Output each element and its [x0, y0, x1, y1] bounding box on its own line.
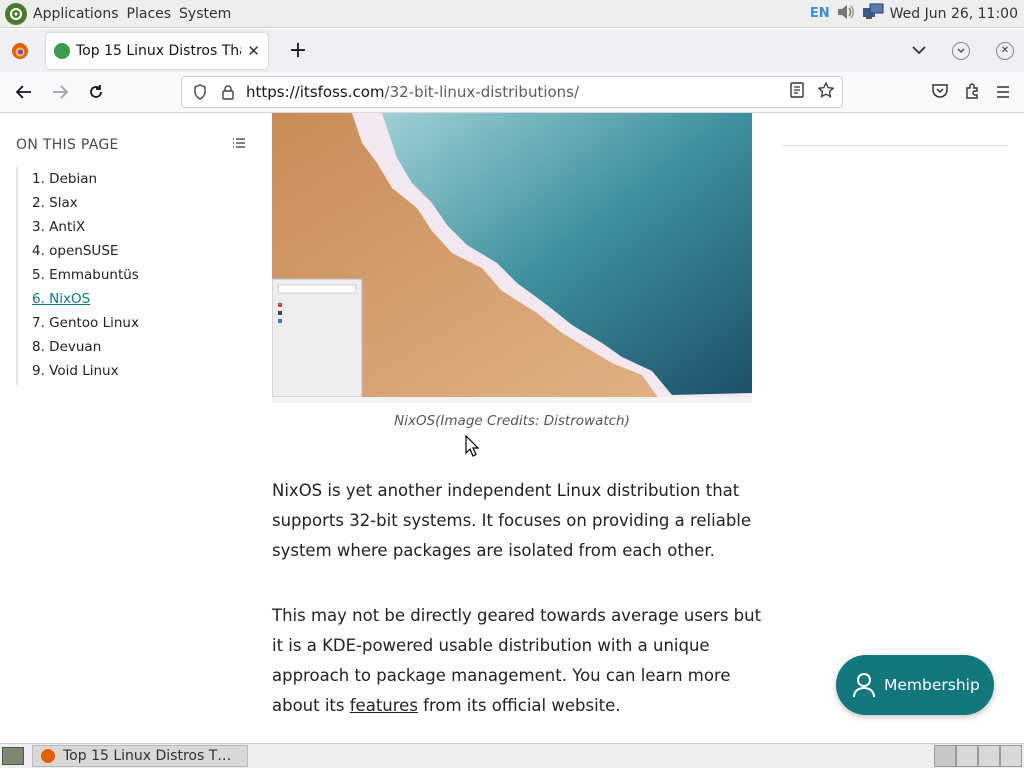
lock-icon[interactable] — [214, 84, 242, 100]
reader-view-icon[interactable] — [790, 82, 804, 102]
toc-item[interactable]: 8. Devuan — [18, 335, 246, 359]
workspace-2[interactable] — [956, 745, 978, 767]
keyboard-layout-indicator[interactable]: EN — [810, 6, 830, 21]
firefox-icon — [12, 42, 28, 59]
reload-button[interactable] — [78, 76, 114, 108]
workspace-4[interactable] — [1000, 745, 1022, 767]
tab-active[interactable]: Top 15 Linux Distros That ✕ — [46, 32, 268, 69]
minimize-window-icon[interactable] — [952, 41, 970, 60]
toc-item[interactable]: 9. Void Linux — [18, 359, 246, 383]
toc-item[interactable]: 3. AntiX — [18, 215, 246, 239]
taskbar-window-firefox[interactable]: Top 15 Linux Distros T… — [32, 745, 248, 767]
show-desktop-icon[interactable] — [2, 747, 24, 765]
volume-icon[interactable] — [836, 3, 856, 25]
membership-button[interactable]: Membership — [836, 655, 994, 715]
membership-label: Membership — [884, 676, 980, 694]
toc-item[interactable]: 6. NixOS — [18, 287, 246, 311]
nixos-screenshot-image — [272, 113, 752, 403]
user-icon — [853, 673, 875, 698]
url-path: /32-bit-linux-distributions/ — [384, 83, 580, 101]
back-button[interactable] — [6, 76, 42, 108]
forward-arrow-icon — [53, 85, 68, 99]
close-window-icon[interactable]: ✕ — [996, 41, 1014, 60]
applications-menu[interactable]: Applications — [31, 6, 125, 22]
list-all-tabs-icon[interactable] — [912, 43, 926, 59]
toolbar-right-icons — [932, 72, 1024, 113]
itsfoss-favicon-icon — [54, 42, 70, 59]
bookmark-star-icon[interactable] — [817, 81, 835, 102]
system-menu[interactable]: System — [177, 6, 237, 22]
system-top-panel: Applications Places System EN Wed Jun 26… — [0, 0, 1024, 28]
places-menu[interactable]: Places — [125, 6, 178, 22]
network-icon[interactable] — [862, 3, 884, 25]
bottom-taskbar: Top 15 Linux Distros T… — [0, 743, 1024, 768]
toc-list-icon[interactable] — [232, 137, 246, 153]
back-arrow-icon — [16, 85, 31, 99]
image-caption: NixOS(Image Credits: Distrowatch) — [394, 413, 630, 429]
system-tray: EN Wed Jun 26, 11:00 — [810, 3, 1024, 25]
web-page-content: ON THIS PAGE 1. Debian 2. Slax 3. AntiX 4. … — [0, 113, 1024, 743]
url-text[interactable]: https://itsfoss.com/32-bit-linux-distrib… — [246, 83, 579, 101]
toc-item[interactable]: 4. openSUSE — [18, 239, 246, 263]
navigation-toolbar: https://itsfoss.com/32-bit-linux-distrib… — [0, 72, 1024, 113]
toc-item[interactable]: 7. Gentoo Linux — [18, 311, 246, 335]
features-link[interactable]: features — [350, 696, 418, 715]
urlbar-actions — [790, 81, 842, 102]
tab-title: Top 15 Linux Distros That — [76, 42, 242, 59]
firefox-icon — [41, 749, 55, 763]
toc-item[interactable]: 10. Q4OS — [18, 383, 246, 385]
paragraph-2-tail: from its official website. — [417, 696, 621, 715]
firefox-view-button[interactable] — [0, 29, 40, 72]
toc-item[interactable]: 5. Emmabuntüs — [18, 263, 246, 287]
sidebar-divider — [782, 145, 1008, 146]
mouse-cursor-icon — [465, 434, 480, 461]
url-bar[interactable]: https://itsfoss.com/32-bit-linux-distrib… — [181, 76, 843, 108]
extensions-icon[interactable] — [964, 82, 980, 103]
tabbar-controls: ✕ — [912, 41, 1024, 60]
toc-item[interactable]: 1. Debian — [18, 167, 246, 191]
toc-header: ON THIS PAGE — [16, 137, 246, 153]
new-tab-button[interactable]: + — [282, 35, 314, 67]
clock[interactable]: Wed Jun 26, 11:00 — [890, 6, 1018, 22]
forward-button[interactable] — [42, 76, 78, 108]
workspace-switcher — [934, 745, 1022, 767]
reload-icon — [90, 85, 102, 98]
workspace-3[interactable] — [978, 745, 1000, 767]
table-of-contents: ON THIS PAGE 1. Debian 2. Slax 3. AntiX 4. … — [16, 137, 246, 385]
tracking-protection-shield-icon[interactable] — [186, 84, 214, 100]
article-paragraph-2: This may not be directly geared towards … — [272, 601, 762, 721]
workspace-1[interactable] — [934, 745, 956, 767]
browser-tab-bar: Top 15 Linux Distros That ✕ + ✕ — [0, 29, 1024, 72]
distrowatch-desktop-image — [272, 113, 752, 403]
toc-heading: ON THIS PAGE — [16, 137, 119, 153]
distro-logo-icon[interactable] — [5, 2, 27, 25]
article-paragraph-1: NixOS is yet another independent Linux d… — [272, 481, 752, 560]
menu-hamburger-icon[interactable] — [996, 83, 1010, 102]
toc-item[interactable]: 2. Slax — [18, 191, 246, 215]
toc-list: 1. Debian 2. Slax 3. AntiX 4. openSUSE 5. Em… — [16, 167, 246, 385]
url-host: https://itsfoss.com — [246, 83, 385, 101]
pocket-icon[interactable] — [932, 83, 948, 102]
taskbar-window-title: Top 15 Linux Distros T… — [63, 748, 232, 764]
close-tab-icon[interactable]: ✕ — [247, 42, 260, 60]
